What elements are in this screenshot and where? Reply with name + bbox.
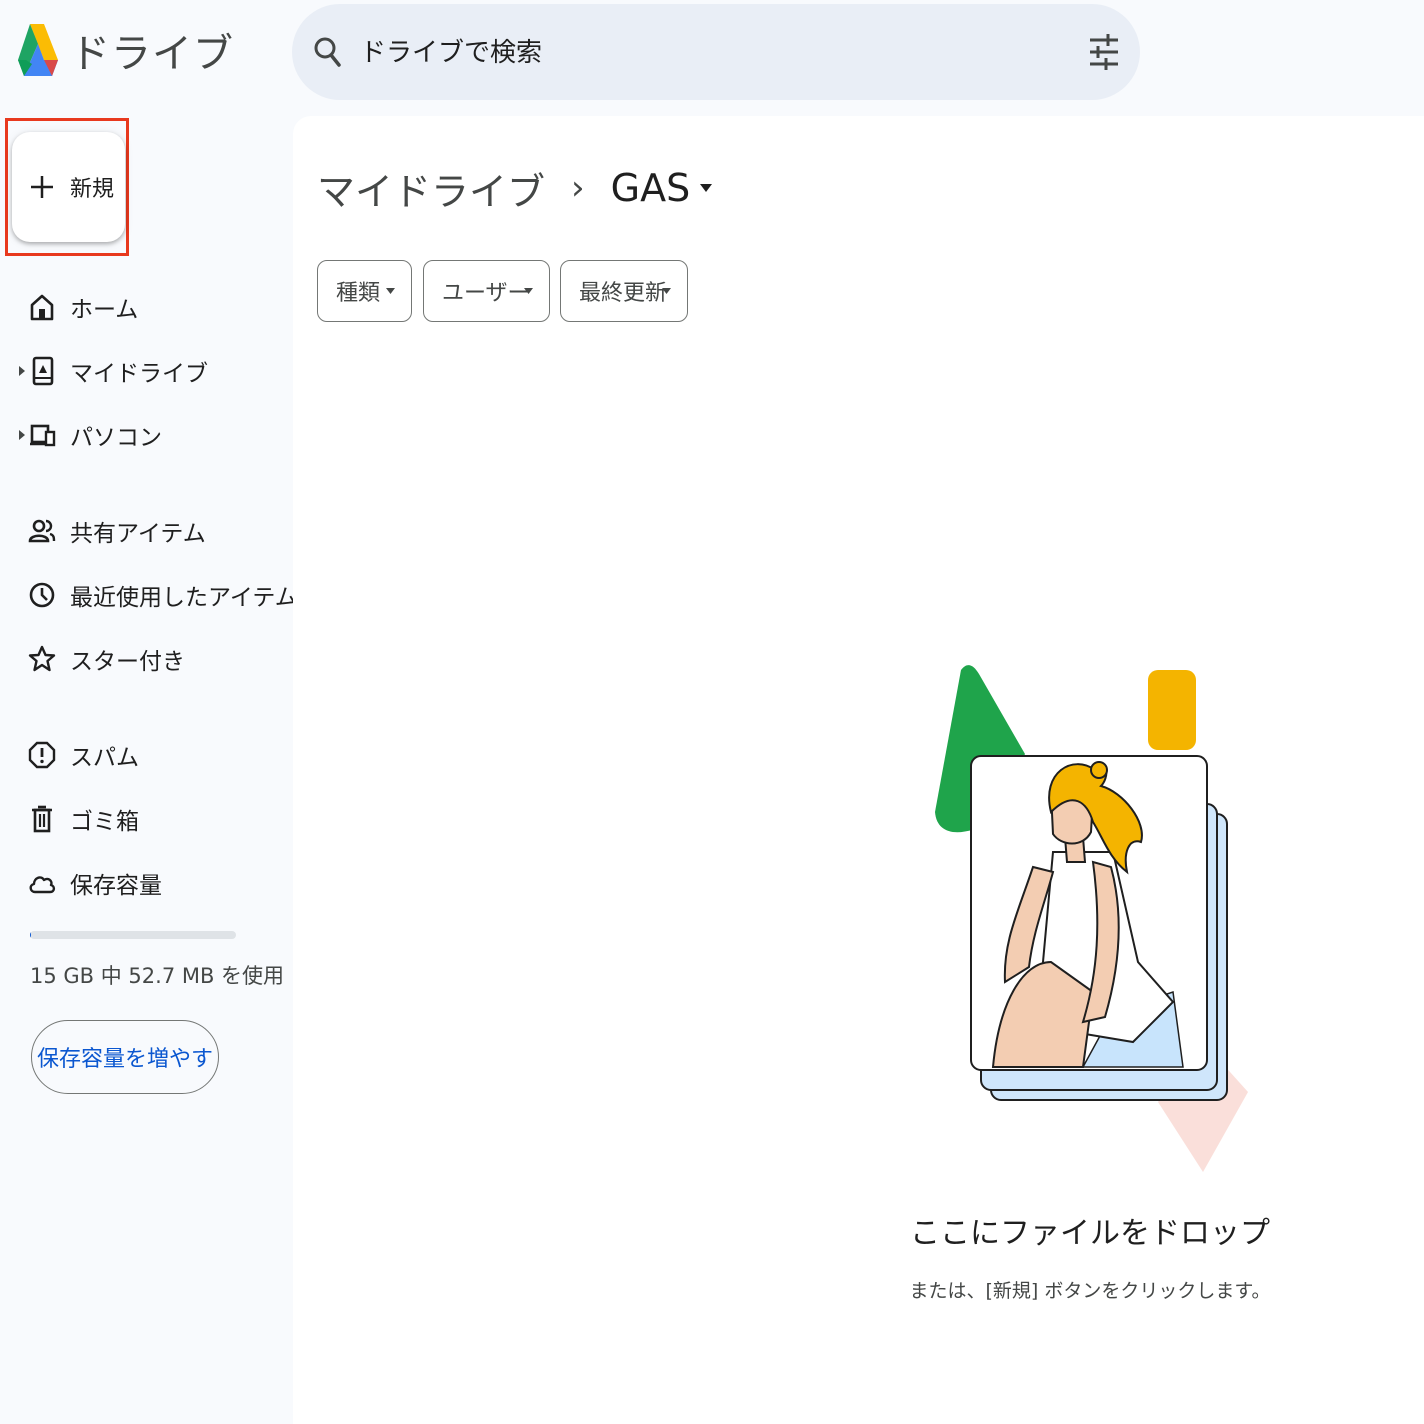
new-button-label: 新規 (70, 177, 115, 202)
star-icon (28, 644, 56, 674)
sidebar-item-label: スター付き (70, 649, 185, 675)
sidebar-item-recent[interactable]: 最近使用したアイテム (0, 570, 298, 620)
my-drive-icon (28, 356, 56, 386)
current-folder-label: GAS (610, 166, 691, 210)
new-button[interactable]: 新規 (12, 132, 125, 242)
shared-icon (28, 516, 56, 546)
app-title: ドライブ (70, 31, 234, 77)
trash-icon (28, 804, 56, 834)
sidebar-item-label: 共有アイテム (70, 521, 206, 547)
storage-usage-text: 15 GB 中 52.7 MB を使用 (30, 964, 285, 988)
breadcrumb-my-drive[interactable]: マイドライブ (317, 161, 545, 216)
filter-chip-label: 種類 (336, 281, 381, 306)
empty-state-subtitle: または、[新規] ボタンをクリックします。 (909, 1280, 1271, 1302)
sidebar-item-shared[interactable]: 共有アイテム (0, 506, 280, 556)
dropdown-arrow-icon (524, 288, 533, 294)
search-bar (292, 4, 1140, 100)
sidebar-item-label: 保存容量 (70, 873, 162, 899)
sidebar-item-computers[interactable]: パソコン (0, 410, 280, 460)
breadcrumb-current-folder[interactable]: GAS (611, 166, 713, 210)
breadcrumb-separator: › (571, 168, 585, 208)
filter-type-chip[interactable]: 種類 (317, 260, 412, 322)
sidebar-item-label: ホーム (70, 297, 139, 323)
filter-modified-chip[interactable]: 最終更新 (560, 260, 688, 322)
sidebar-item-label: マイドライブ (70, 361, 208, 387)
plus-icon (31, 176, 53, 198)
sidebar-item-label: 最近使用したアイテム (70, 585, 298, 611)
dropdown-arrow-icon (662, 288, 671, 294)
clock-icon (28, 580, 56, 610)
spam-icon (28, 740, 56, 770)
filter-chip-label: ユーザー (442, 281, 530, 306)
storage-usage-bar (30, 931, 236, 939)
search-icon[interactable] (308, 32, 348, 72)
sidebar-item-label: パソコン (70, 425, 162, 451)
drive-logo[interactable]: ドライブ (14, 16, 234, 84)
empty-state-title: ここにファイルをドロップ (910, 1216, 1270, 1251)
search-input[interactable] (358, 24, 1062, 82)
sidebar-item-trash[interactable]: ゴミ箱 (0, 794, 280, 844)
sidebar-item-my-drive[interactable]: マイドライブ (0, 346, 280, 396)
sidebar-item-storage[interactable]: 保存容量 (0, 858, 280, 908)
dropdown-arrow-icon (386, 288, 395, 294)
cloud-icon (28, 868, 56, 898)
dropdown-arrow-icon (700, 184, 713, 192)
breadcrumb: マイドライブ › GAS (317, 160, 713, 216)
home-icon (28, 292, 56, 322)
main-panel: マイドライブ › GAS 種類 ユーザー 最終更新 ここにファイルをドロップ ま… (293, 116, 1424, 1424)
search-options-icon[interactable] (1086, 32, 1122, 72)
filter-chip-label: 最終更新 (579, 281, 668, 306)
sidebar-item-label: スパム (70, 745, 139, 771)
sidebar-item-starred[interactable]: スター付き (0, 634, 280, 684)
drive-app: ドライブ 新規 ホーム (0, 0, 1424, 1424)
sidebar-item-home[interactable]: ホーム (0, 282, 280, 332)
storage-usage-fill (30, 931, 31, 939)
sidebar-item-spam[interactable]: スパム (0, 730, 280, 780)
sidebar-item-label: ゴミ箱 (70, 809, 139, 835)
computers-icon (28, 420, 56, 450)
expand-caret-icon[interactable] (18, 429, 26, 441)
get-more-storage-button[interactable]: 保存容量を増やす (31, 1020, 219, 1094)
filter-people-chip[interactable]: ユーザー (423, 260, 550, 322)
empty-folder-illustration (935, 665, 1248, 1172)
expand-caret-icon[interactable] (18, 365, 26, 377)
drive-logo-icon (18, 24, 58, 76)
